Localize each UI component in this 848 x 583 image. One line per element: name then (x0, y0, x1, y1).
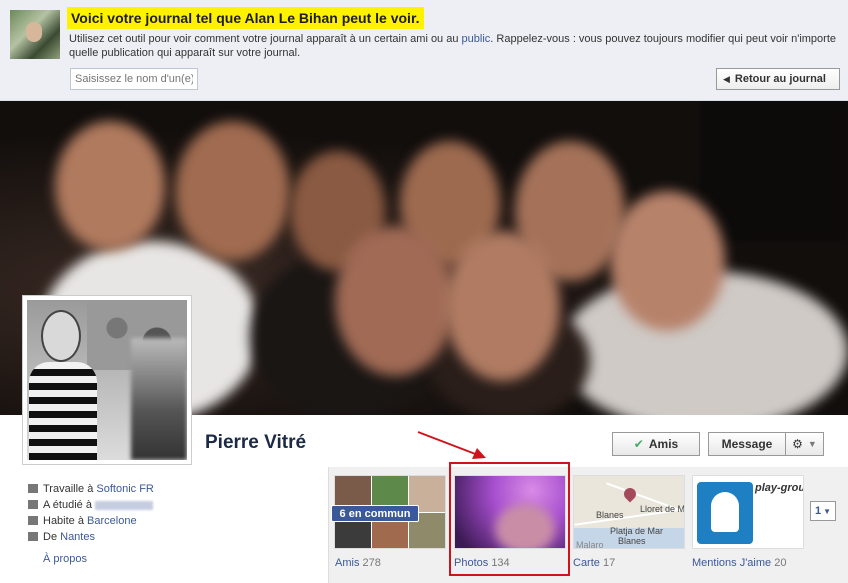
explanation-text: Utilisez cet outil pour voir comment vot… (69, 33, 462, 45)
view-as-banner: Voici votre journal tel que Alan Le Biha… (0, 0, 848, 101)
info-study-prefix: A étudié à (43, 499, 95, 511)
back-to-timeline-label: Retour au journal (734, 73, 826, 85)
hometown-link[interactable]: Nantes (60, 531, 95, 543)
city-link[interactable]: Barcelone (87, 515, 137, 527)
graduation-cap-icon (28, 500, 38, 509)
profile-info-list: Travaille à Softonic FR A étudié à Habit… (28, 481, 328, 545)
message-button[interactable]: Message (708, 432, 786, 456)
friends-count: 278 (362, 557, 381, 569)
back-to-timeline-button[interactable]: ◀ Retour au journal (716, 68, 840, 90)
house-icon (28, 516, 38, 525)
likes-app-tile[interactable]: play-groun (692, 475, 804, 549)
likes-brand-name: play-groun (755, 482, 803, 494)
briefcase-icon (28, 484, 38, 493)
school-link-blurred[interactable] (95, 500, 153, 510)
friends-button[interactable]: ✔ Amis (612, 432, 700, 456)
view-as-explanation: Utilisez cet outil pour voir comment vot… (69, 32, 839, 60)
more-apps-count: 1 (814, 505, 822, 517)
map-place-label: Malaro (576, 540, 604, 549)
info-lives-prefix: Habite à (43, 515, 88, 527)
map-place-label: Lloret de M (640, 504, 685, 514)
likes-label: Mentions J'aime (692, 557, 772, 569)
likes-app-label[interactable]: Mentions J'aime 20 (692, 557, 786, 569)
friends-label: Amis (335, 557, 360, 569)
friend-name-input[interactable] (70, 68, 198, 90)
message-button-label: Message (721, 437, 773, 451)
map-place-label: Blanes (596, 510, 624, 520)
settings-dropdown-button[interactable]: ⚙ ▼ (785, 432, 824, 456)
work-link[interactable]: Softonic FR (96, 483, 153, 495)
friends-button-label: Amis (648, 437, 679, 451)
gear-icon: ⚙ (792, 437, 803, 451)
chevron-left-icon: ◀ (723, 73, 730, 84)
view-as-headline: Voici votre journal tel que Alan Le Biha… (67, 7, 424, 29)
profile-picture[interactable] (22, 295, 192, 465)
map-label: Carte (573, 557, 600, 569)
map-place-label: Platja de Mar (610, 526, 664, 536)
about-link[interactable]: À propos (43, 553, 87, 565)
profile-photo-image (27, 300, 187, 460)
info-study: A étudié à (28, 497, 328, 513)
mutual-friends-badge[interactable]: 6 en commun (331, 505, 419, 522)
checkmark-icon: ✔ (633, 437, 644, 451)
info-lives: Habite à Barcelone (28, 513, 328, 529)
friends-app-label[interactable]: Amis 278 (335, 557, 381, 569)
info-from: De Nantes (28, 529, 328, 545)
profile-name[interactable]: Pierre Vitré (205, 432, 306, 454)
viewer-avatar[interactable] (10, 10, 60, 59)
info-work-prefix: Travaille à (43, 483, 97, 495)
map-app-tile[interactable]: Blanes Lloret de M Platja de Mar Blanes … (573, 475, 685, 549)
map-place-label: Blanes (618, 536, 646, 546)
info-work: Travaille à Softonic FR (28, 481, 328, 497)
likes-count: 20 (774, 557, 787, 569)
public-link[interactable]: public (462, 33, 491, 45)
caret-down-icon: ▼ (823, 506, 832, 516)
house-icon (28, 532, 38, 541)
map-count: 17 (602, 557, 616, 569)
playground-logo-icon (697, 482, 753, 544)
info-from-prefix: De (43, 531, 61, 543)
caret-down-icon: ▼ (807, 439, 817, 449)
map-app-label[interactable]: Carte 17 (573, 557, 615, 569)
more-apps-button[interactable]: 1 ▼ (810, 501, 836, 521)
annotation-highlight-box (449, 462, 570, 576)
